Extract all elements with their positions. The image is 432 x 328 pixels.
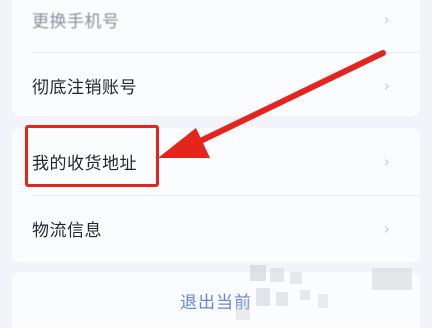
arrow-head bbox=[158, 128, 210, 158]
pointer-arrow bbox=[158, 50, 386, 158]
settings-screen: 更换手机号 › 彻底注销账号 › 我的收货地址 › 物流信息 › 退出当前 bbox=[0, 0, 432, 328]
arrow-shaft bbox=[187, 50, 386, 149]
